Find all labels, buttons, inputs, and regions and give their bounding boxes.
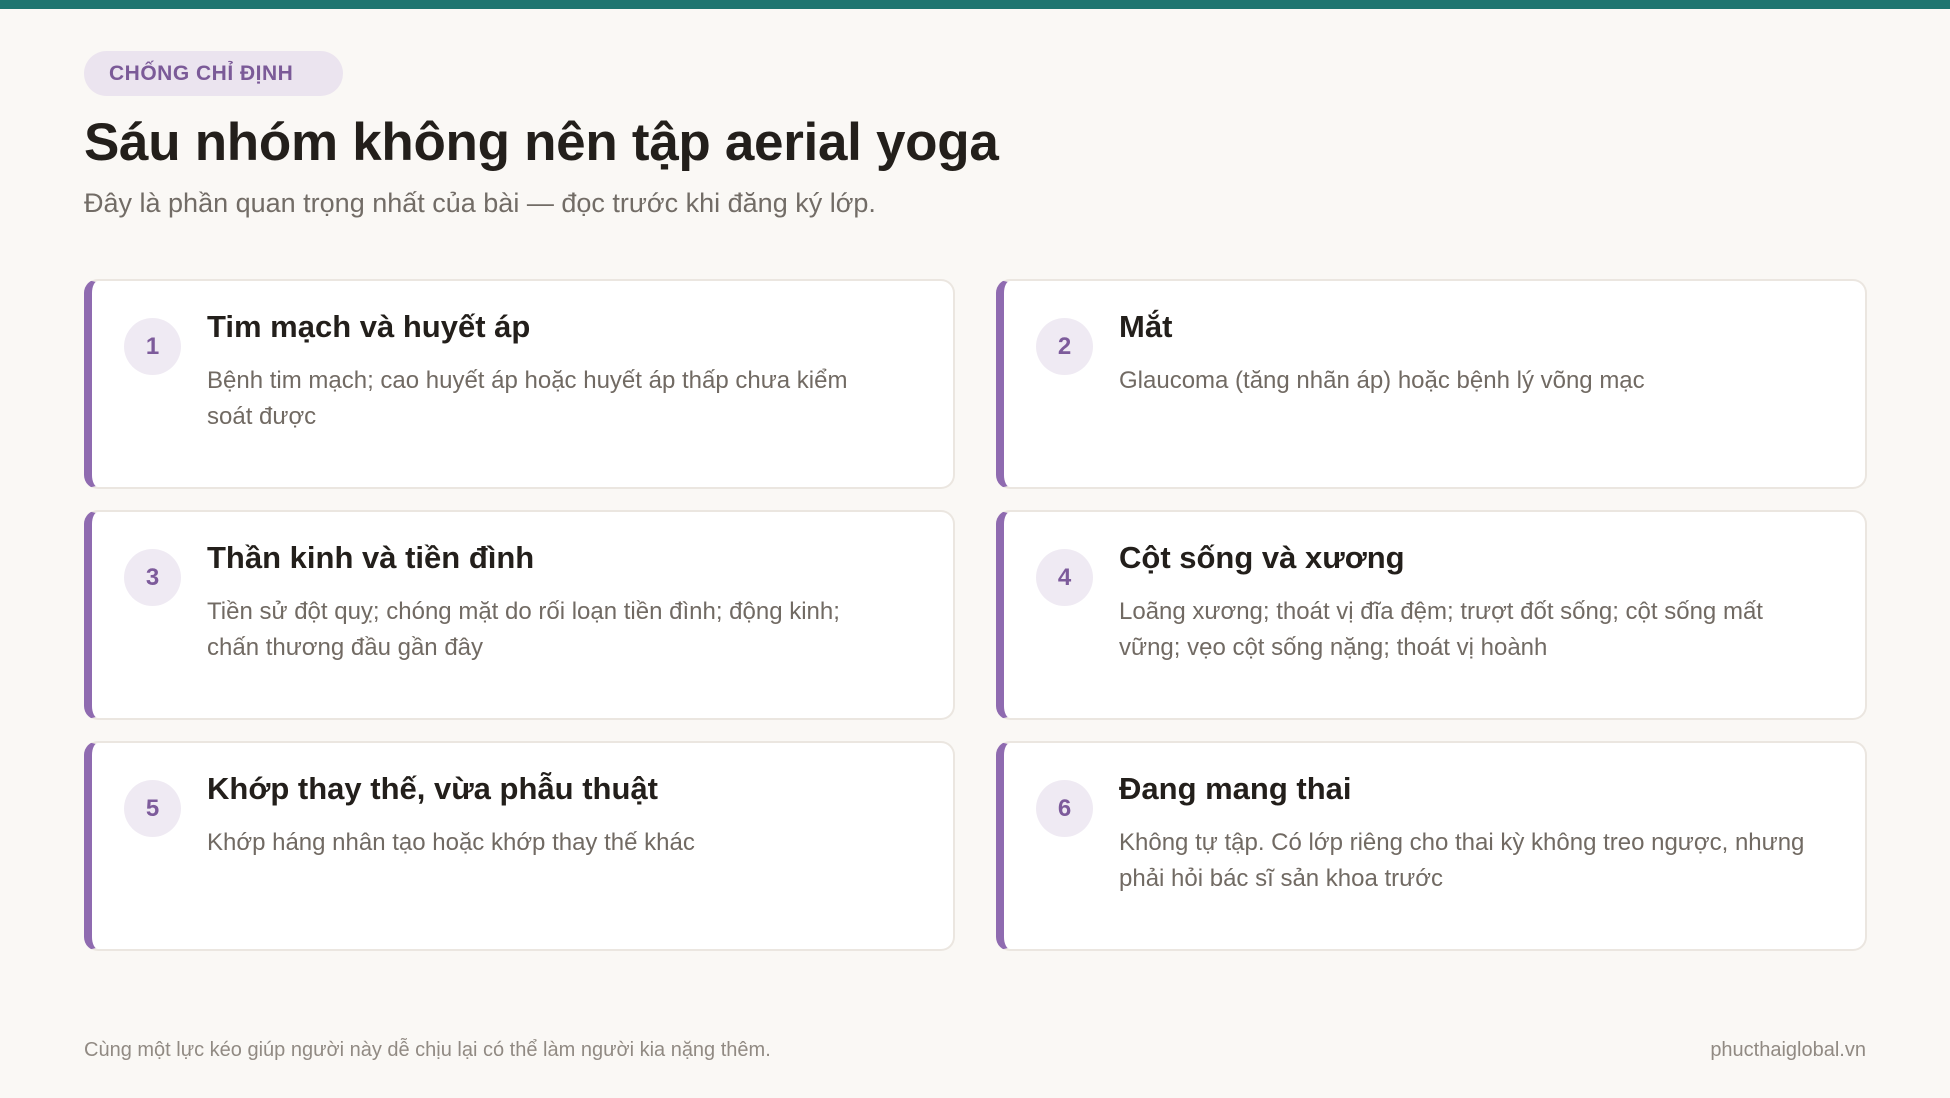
card-number-badge: 5 (124, 780, 181, 837)
section-tag: CHỐNG CHỈ ĐỊNH (84, 51, 344, 96)
contraindication-card-5: 5 Khớp thay thế, vừa phẫu thuật Khớp hán… (84, 741, 955, 951)
card-number-badge: 4 (1036, 549, 1093, 606)
card-description: Bệnh tim mạch; cao huyết áp hoặc huyết á… (207, 367, 848, 430)
page-subtitle: Đây là phần quan trọng nhất của bài — đọ… (84, 188, 876, 218)
page-title: Sáu nhóm không nên tập aerial yoga (84, 113, 999, 172)
card-number-badge: 1 (124, 318, 181, 375)
top-accent-bar (0, 0, 1950, 9)
card-description: Tiền sử đột quỵ; chóng mặt do rối loạn t… (207, 598, 840, 661)
card-title: Cột sống và xương (1119, 540, 1405, 575)
card-description: Khớp háng nhân tạo hoặc khớp thay thế kh… (207, 829, 695, 856)
card-title: Đang mang thai (1119, 771, 1352, 806)
card-number-badge: 3 (124, 549, 181, 606)
contraindication-grid: 1 Tim mạch và huyết áp Bệnh tim mạch; ca… (84, 279, 1867, 951)
card-description: Loãng xương; thoát vị đĩa đệm; trượt đốt… (1119, 598, 1763, 661)
contraindication-card-6: 6 Đang mang thai Không tự tập. Có lớp ri… (996, 741, 1867, 951)
footer-note: Cùng một lực kéo giúp người này dễ chịu … (84, 1039, 771, 1061)
footer-site-link[interactable]: phucthaiglobal.vn (1710, 1039, 1866, 1062)
card-title: Khớp thay thế, vừa phẫu thuật (207, 771, 658, 806)
card-title: Thần kinh và tiền đình (207, 540, 535, 575)
card-title: Mắt (1119, 309, 1173, 344)
card-title: Tim mạch và huyết áp (207, 309, 531, 344)
contraindication-card-2: 2 Mắt Glaucoma (tăng nhãn áp) hoặc bệnh … (996, 279, 1867, 489)
card-description: Glaucoma (tăng nhãn áp) hoặc bệnh lý võn… (1119, 367, 1645, 394)
card-number-badge: 6 (1036, 780, 1093, 837)
contraindication-card-1: 1 Tim mạch và huyết áp Bệnh tim mạch; ca… (84, 279, 955, 489)
contraindication-card-3: 3 Thần kinh và tiền đình Tiền sử đột quỵ… (84, 510, 955, 720)
card-description: Không tự tập. Có lớp riêng cho thai kỳ k… (1119, 829, 1805, 892)
card-number-badge: 2 (1036, 318, 1093, 375)
contraindication-card-4: 4 Cột sống và xương Loãng xương; thoát v… (996, 510, 1867, 720)
